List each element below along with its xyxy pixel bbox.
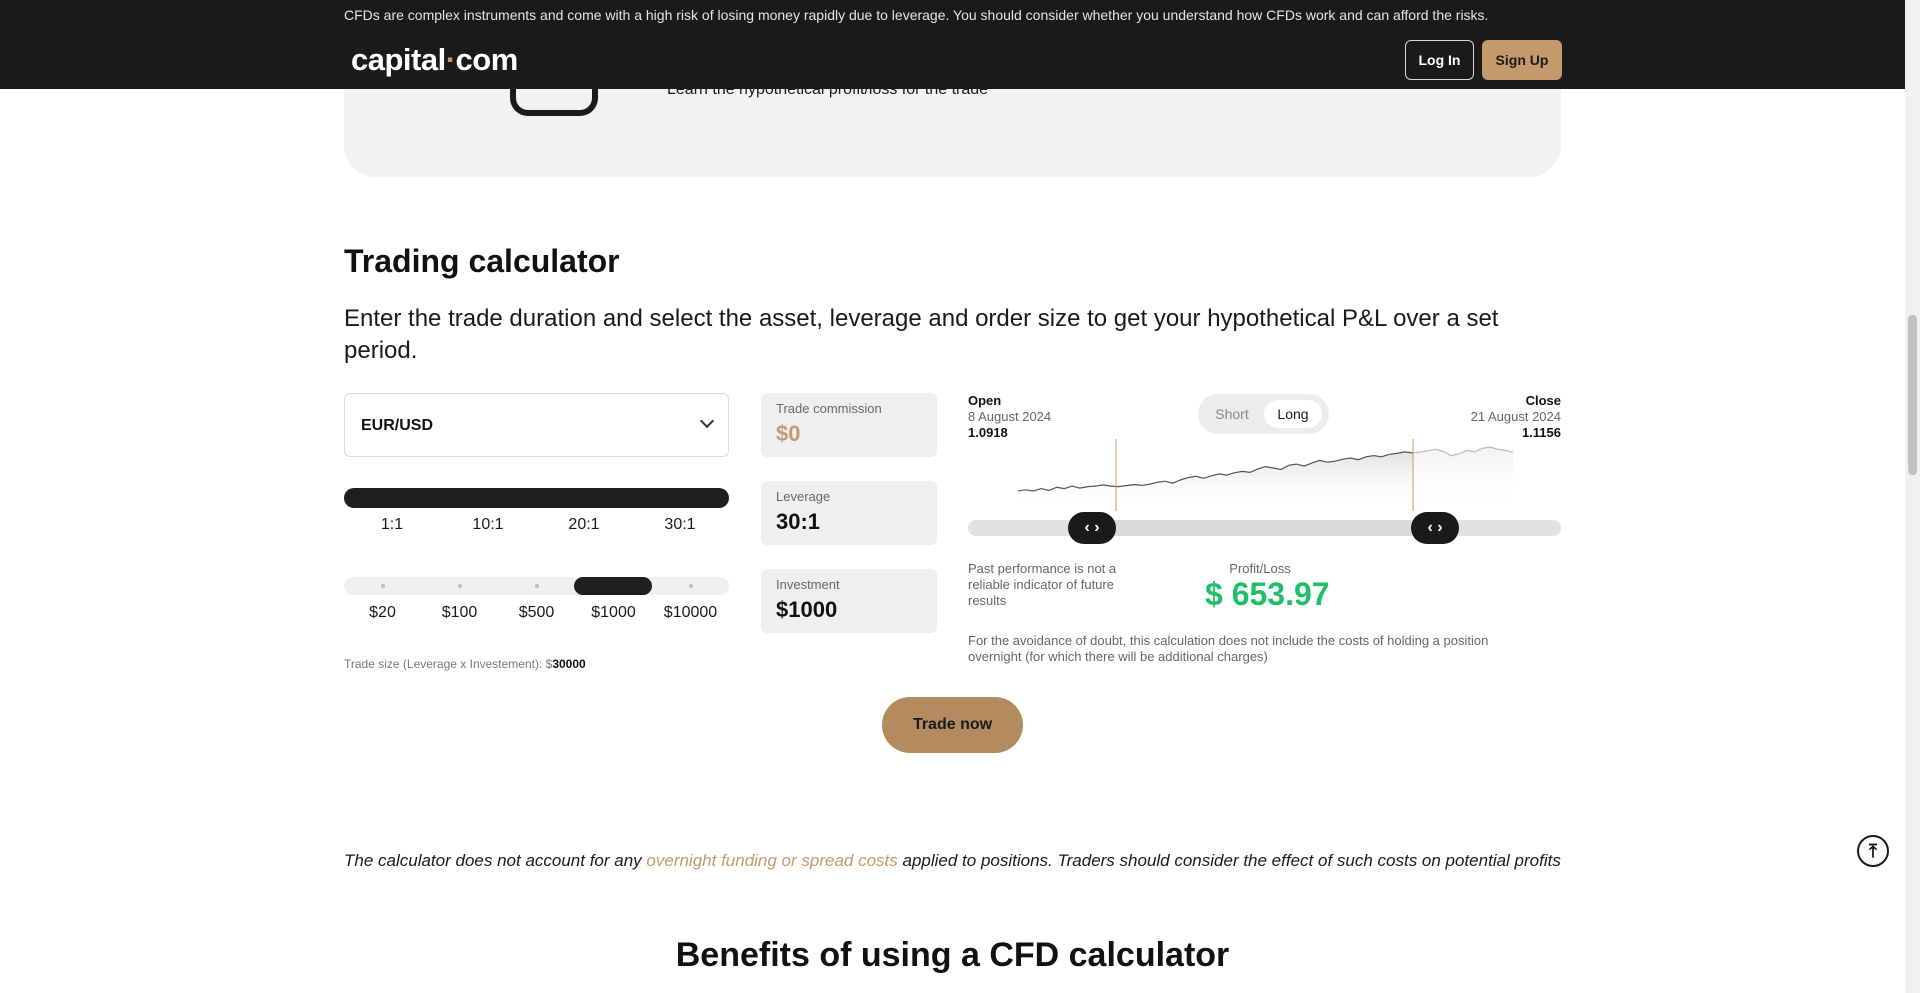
investment-option[interactable]: $1000 bbox=[575, 604, 652, 622]
scrollbar[interactable] bbox=[1905, 0, 1920, 993]
open-label: Open bbox=[968, 393, 1002, 408]
trade-now-button[interactable]: Trade now bbox=[882, 697, 1023, 753]
past-performance-note: Past performance is not a reliable indic… bbox=[968, 561, 1117, 608]
leverage-box: Leverage 30:1 bbox=[761, 481, 937, 545]
close-price: 1.1156 bbox=[1521, 425, 1561, 440]
trade-size-label: Trade size (Leverage x Investement): $ bbox=[344, 657, 553, 671]
investment-tick bbox=[458, 584, 462, 588]
investment-tick bbox=[689, 584, 693, 588]
logo[interactable]: capital·com bbox=[351, 42, 518, 78]
leverage-option[interactable]: 20:1 bbox=[536, 516, 632, 534]
scrollbar-thumb[interactable] bbox=[1908, 315, 1917, 475]
date-range-fill bbox=[1112, 520, 1457, 536]
range-handle-end[interactable]: ‹ › bbox=[1411, 512, 1459, 544]
logo-dot: · bbox=[445, 42, 456, 77]
toggle-short[interactable]: Short bbox=[1204, 400, 1260, 428]
pl-label: Profit/Loss bbox=[1229, 561, 1291, 576]
section-lead: Enter the trade duration and select the … bbox=[344, 305, 1499, 364]
login-button[interactable]: Log In bbox=[1405, 40, 1474, 80]
signup-button[interactable]: Sign Up bbox=[1482, 40, 1562, 80]
trade-size-value: 30000 bbox=[552, 657, 586, 671]
investment-option[interactable]: $20 bbox=[344, 604, 421, 622]
investment-slider-thumb[interactable] bbox=[574, 577, 652, 595]
date-range-track[interactable] bbox=[968, 520, 1561, 536]
chart-fade-left bbox=[968, 439, 1028, 511]
chart-fade-right bbox=[1413, 439, 1561, 511]
logo-text-left: capital bbox=[351, 42, 446, 77]
back-to-top-icon[interactable]: ⤒ bbox=[1857, 835, 1889, 867]
pl-value: $ 653.97 bbox=[1205, 576, 1330, 612]
open-price: 1.0918 bbox=[968, 425, 1008, 440]
chevron-down-icon bbox=[699, 413, 715, 429]
investment-box: Investment $1000 bbox=[761, 569, 937, 633]
trade-size: Trade size (Leverage x Investement): $30… bbox=[344, 657, 586, 671]
leverage-slider[interactable] bbox=[344, 488, 729, 508]
investment-option[interactable]: $10000 bbox=[652, 604, 729, 622]
leverage-option[interactable]: 1:1 bbox=[344, 516, 440, 534]
range-handle-start[interactable]: ‹ › bbox=[1068, 512, 1116, 544]
open-date: 8 August 2024 bbox=[968, 409, 1052, 424]
leverage-label: Leverage bbox=[776, 489, 831, 504]
leverage-option[interactable]: 10:1 bbox=[440, 516, 536, 534]
investment-tick bbox=[381, 584, 385, 588]
asset-value: EUR/USD bbox=[361, 417, 434, 434]
investment-tick bbox=[535, 584, 539, 588]
asset-select[interactable]: EUR/USD bbox=[344, 393, 729, 457]
commission-label: Trade commission bbox=[776, 401, 882, 416]
top-header: CFDs are complex instruments and come wi… bbox=[0, 0, 1905, 89]
chart-panel: Open 8 August 2024 1.0918 Close 21 Augus… bbox=[968, 393, 1561, 673]
investment-label: Investment bbox=[776, 577, 840, 592]
close-label: Close bbox=[1525, 393, 1561, 408]
direction-toggle[interactable]: Short Long bbox=[1198, 394, 1329, 434]
footnote-before: The calculator does not account for any bbox=[344, 851, 647, 870]
investment-slider[interactable] bbox=[344, 577, 729, 595]
footnote-after: applied to positions. Traders should con… bbox=[897, 851, 1561, 870]
toggle-long[interactable]: Long bbox=[1264, 400, 1322, 428]
section-title: Trading calculator bbox=[344, 243, 620, 279]
price-chart bbox=[968, 439, 1561, 511]
logo-text-right: com bbox=[455, 42, 519, 77]
leverage-option[interactable]: 30:1 bbox=[632, 516, 728, 534]
commission-box: Trade commission $0 bbox=[761, 393, 937, 457]
investment-option[interactable]: $500 bbox=[498, 604, 575, 622]
footnote-link[interactable]: overnight funding or spread costs bbox=[646, 851, 897, 870]
risk-warning: CFDs are complex instruments and come wi… bbox=[344, 7, 1489, 23]
footnote: The calculator does not account for any … bbox=[344, 851, 1561, 871]
investment-option[interactable]: $100 bbox=[421, 604, 498, 622]
leverage-value: 30:1 bbox=[776, 509, 821, 534]
overnight-note: For the avoidance of doubt, this calcula… bbox=[968, 633, 1489, 664]
close-date: 21 August 2024 bbox=[1470, 409, 1561, 424]
investment-value: $1000 bbox=[776, 597, 838, 622]
next-section-title: Benefits of using a CFD calculator bbox=[675, 936, 1230, 974]
commission-value: $0 bbox=[776, 421, 801, 446]
